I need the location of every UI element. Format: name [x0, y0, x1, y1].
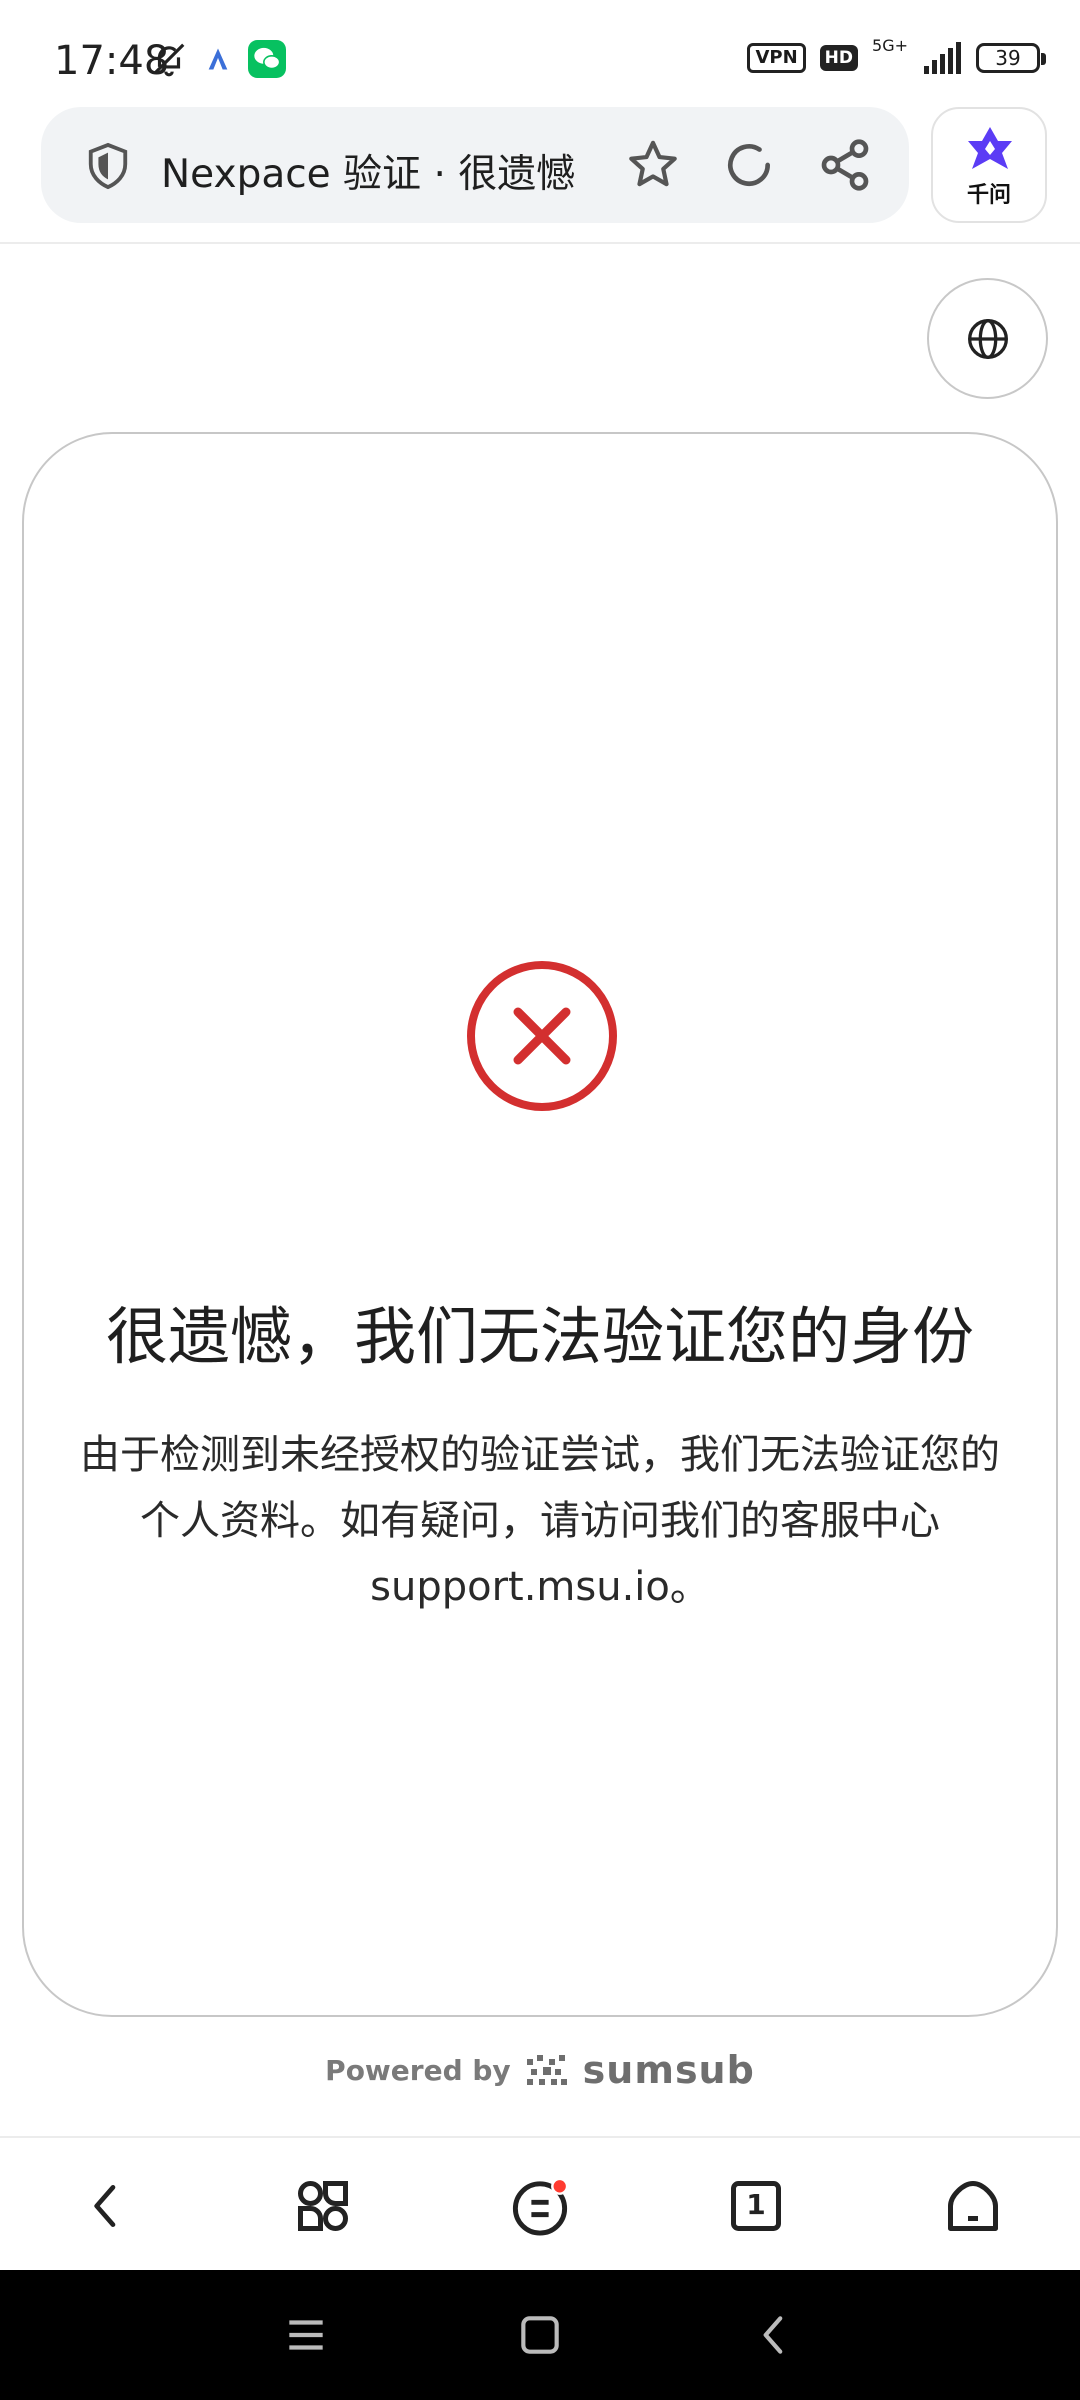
- powered-by-label: Powered by: [325, 2053, 511, 2087]
- signal-icon: [924, 42, 961, 74]
- shield-icon[interactable]: [85, 141, 131, 191]
- battery-indicator: 39: [976, 43, 1046, 73]
- wechat-icon: [248, 40, 286, 78]
- home-icon: [948, 2181, 998, 2231]
- home-button[interactable]: [935, 2168, 1011, 2244]
- status-bar: 17:48 VPN HD 5G+ 39: [0, 0, 1080, 104]
- system-back-icon[interactable]: [749, 2310, 799, 2360]
- assistant-label: 千问: [966, 183, 1011, 208]
- assistant-button[interactable]: 千问: [931, 107, 1047, 223]
- recents-menu-icon[interactable]: [281, 2310, 331, 2360]
- globe-icon: [967, 318, 1008, 359]
- menu-button[interactable]: [502, 2168, 578, 2244]
- menu-icon: [512, 2177, 569, 2236]
- language-button[interactable]: [927, 278, 1048, 399]
- bell-off-icon: [153, 43, 185, 77]
- translate-icon: [208, 48, 228, 70]
- browser-bottom-nav: 1: [0, 2138, 1080, 2270]
- shortcuts-icon: [298, 2181, 348, 2231]
- verification-result-card: 很遗憾，我们无法验证您的身份 由于检测到未经授权的验证尝试，我们无法验证您的个人…: [22, 432, 1058, 2017]
- toolbar-divider: [0, 242, 1080, 244]
- status-notification-icons: [150, 40, 286, 78]
- error-title: 很遗憾，我们无法验证您的身份: [105, 1300, 974, 1373]
- address-bar[interactable]: Nexpace 验证 · 很遗憾: [41, 107, 909, 223]
- vpn-badge: VPN: [747, 43, 806, 73]
- star-icon[interactable]: [625, 137, 681, 193]
- tabs-button[interactable]: 1: [718, 2168, 794, 2244]
- network-type: 5G+: [872, 36, 908, 55]
- back-button[interactable]: [68, 2168, 144, 2244]
- powered-by-footer: Powered by sumsub: [0, 2048, 1080, 2092]
- share-icon[interactable]: [817, 137, 873, 193]
- tab-count: 1: [746, 2188, 766, 2221]
- home-square-icon[interactable]: [515, 2310, 565, 2360]
- sumsub-logo-icon: [526, 2055, 567, 2085]
- reload-icon[interactable]: [721, 137, 777, 193]
- sumsub-brand: sumsub: [582, 2048, 755, 2092]
- notification-dot: [551, 2177, 569, 2195]
- system-nav-bar: [0, 2270, 1080, 2400]
- page-title[interactable]: Nexpace 验证 · 很遗憾: [161, 143, 631, 199]
- back-icon: [94, 2185, 116, 2227]
- error-x-icon: [467, 961, 617, 1111]
- hd-badge: HD: [819, 45, 859, 71]
- error-message: 由于检测到未经授权的验证尝试，我们无法验证您的个人资料。如有疑问，请访问我们的客…: [80, 1432, 1000, 1610]
- status-system-icons: VPN HD 5G+ 39: [747, 38, 1046, 74]
- assistant-logo-icon: [968, 127, 1012, 169]
- shortcuts-button[interactable]: [285, 2168, 361, 2244]
